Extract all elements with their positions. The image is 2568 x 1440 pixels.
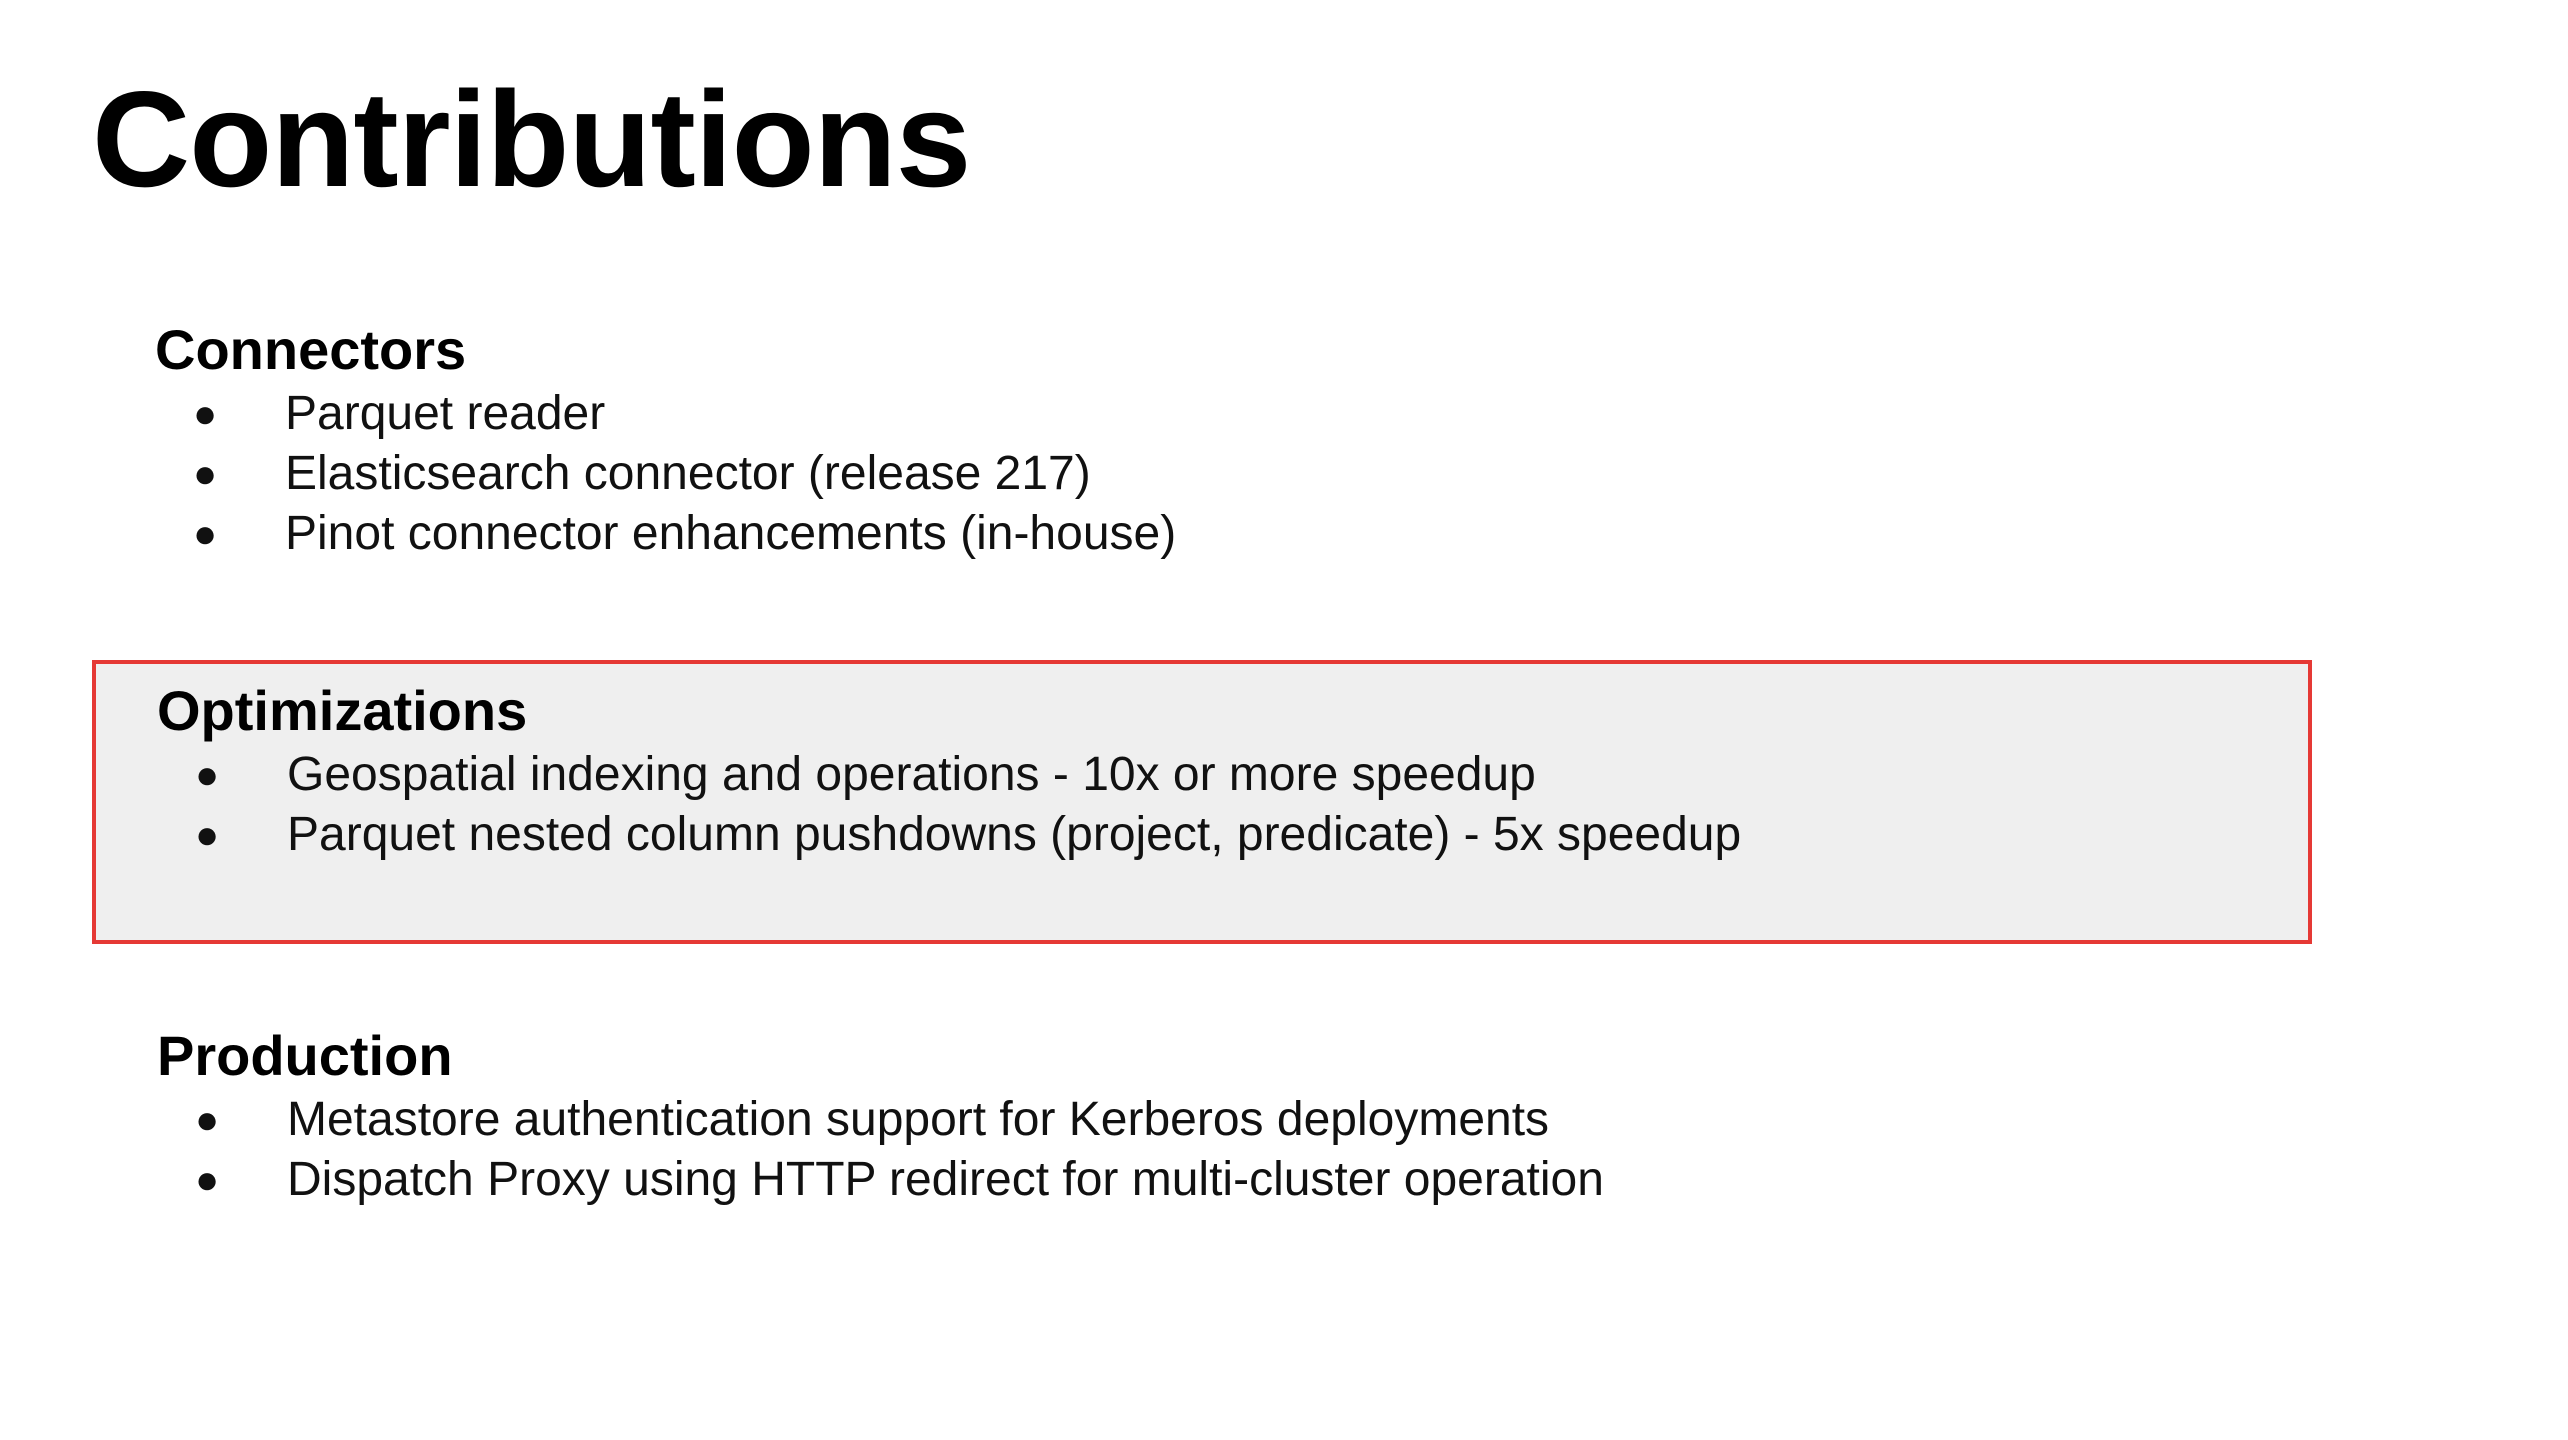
list-item-text: Pinot connector enhancements (in-house) — [285, 507, 1177, 560]
list-item: ● Elasticsearch connector (release 217) — [155, 444, 1176, 504]
bullet-list: ● Parquet reader ● Elasticsearch connect… — [155, 384, 1176, 564]
bullet-icon: ● — [195, 1158, 220, 1202]
list-item-text: Parquet reader — [285, 387, 606, 440]
bullet-list: ● Geospatial indexing and operations - 1… — [157, 745, 1741, 865]
section-production: Production ● Metastore authentication su… — [157, 1022, 1604, 1210]
section-heading: Production — [157, 1024, 453, 1087]
bullet-icon: ● — [193, 512, 218, 556]
bullet-icon: ● — [195, 753, 220, 797]
section-heading: Optimizations — [157, 679, 528, 742]
bullet-icon: ● — [193, 392, 218, 436]
list-item-text: Geospatial indexing and operations - 10x… — [287, 748, 1536, 801]
list-item-text: Elasticsearch connector (release 217) — [285, 447, 1091, 500]
list-item: ● Geospatial indexing and operations - 1… — [157, 745, 1741, 805]
list-item-text: Dispatch Proxy using HTTP redirect for m… — [287, 1153, 1604, 1206]
section-optimizations: Optimizations ● Geospatial indexing and … — [157, 677, 1741, 865]
list-item-text: Parquet nested column pushdowns (project… — [287, 808, 1742, 861]
section-connectors: Connectors ● Parquet reader ● Elasticsea… — [155, 316, 1176, 564]
section-heading: Connectors — [155, 318, 467, 381]
list-item-text: Metastore authentication support for Ker… — [287, 1093, 1550, 1146]
bullet-icon: ● — [193, 452, 218, 496]
bullet-list: ● Metastore authentication support for K… — [157, 1090, 1604, 1210]
list-item: ● Metastore authentication support for K… — [157, 1090, 1604, 1150]
slide-title: Contributions — [92, 63, 971, 215]
bullet-icon: ● — [195, 813, 220, 857]
list-item: ● Parquet nested column pushdowns (proje… — [157, 805, 1741, 865]
list-item: ● Parquet reader — [155, 384, 1176, 444]
bullet-icon: ● — [195, 1098, 220, 1142]
list-item: ● Dispatch Proxy using HTTP redirect for… — [157, 1150, 1604, 1210]
list-item: ● Pinot connector enhancements (in-house… — [155, 504, 1176, 564]
